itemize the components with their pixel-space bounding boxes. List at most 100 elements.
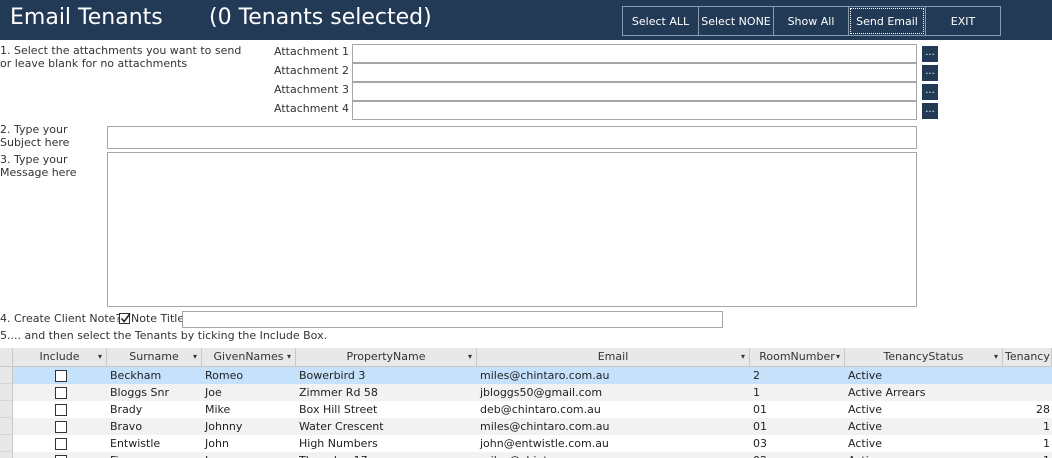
cell-email[interactable]: deb@chintaro.com.au [477, 401, 750, 418]
attachment-1-field[interactable] [352, 44, 917, 63]
table-row[interactable]: Brady Mike Box Hill Street deb@chintaro.com… [0, 401, 1052, 418]
include-checkbox[interactable] [55, 370, 67, 382]
attachment-4-browse-button[interactable]: ... [922, 103, 938, 119]
column-header-tenancy[interactable]: Tenancy [1003, 348, 1052, 366]
select-all-rows-corner[interactable] [0, 348, 13, 366]
cell-propertyname[interactable]: Bowerbird 3 [296, 367, 477, 384]
cell-tenancystatus[interactable]: Active [845, 435, 1003, 452]
row-selector[interactable] [0, 367, 13, 384]
cell-email[interactable]: jbloggs50@gmail.com [477, 384, 750, 401]
row-selector[interactable] [0, 384, 13, 401]
cell-givennames[interactable]: Johnny [202, 418, 296, 435]
column-header-tenancystatus[interactable]: TenancyStatus ▾ [845, 348, 1003, 366]
cell-email[interactable]: miles@chintaro.com.au [477, 418, 750, 435]
cell-roomnumber[interactable]: 02 [750, 452, 845, 458]
attachment-2-browse-button[interactable]: ... [922, 65, 938, 81]
create-note-checkbox[interactable] [119, 313, 131, 324]
cell-roomnumber[interactable]: 03 [750, 435, 845, 452]
cell-tenancystatus[interactable]: Active [845, 418, 1003, 435]
cell-surname[interactable]: Bravo [107, 418, 202, 435]
cell-roomnumber[interactable]: 2 [750, 367, 845, 384]
step2-label-line2: Subject here [0, 136, 70, 149]
cell-givennames[interactable]: Joe [202, 384, 296, 401]
cell-propertyname[interactable]: High Numbers [296, 435, 477, 452]
attachment-2-field[interactable] [352, 63, 917, 82]
column-header-include[interactable]: Include ▾ [13, 348, 107, 366]
sort-dropdown-icon[interactable]: ▾ [994, 348, 998, 366]
sort-dropdown-icon[interactable]: ▾ [98, 348, 102, 366]
row-selector[interactable] [0, 418, 13, 435]
column-header-givennames[interactable]: GivenNames ▾ [202, 348, 296, 366]
include-checkbox[interactable] [55, 421, 67, 433]
message-field[interactable] [107, 152, 917, 307]
cell-email[interactable]: john@entwistle.com.au [477, 435, 750, 452]
table-row[interactable]: Bloggs Snr Joe Zimmer Rd 58 jbloggs50@gmail… [0, 384, 1052, 401]
step1-label-line1: 1. Select the attachments you want to se… [0, 44, 242, 57]
cell-propertyname[interactable]: Water Crescent [296, 418, 477, 435]
table-row[interactable]: Entwistle John High Numbers john@entwistle.… [0, 435, 1052, 452]
attachment-4-field[interactable] [352, 101, 917, 120]
cell-propertyname[interactable]: Zimmer Rd 58 [296, 384, 477, 401]
cell-surname[interactable]: Beckham [107, 367, 202, 384]
cell-tenancystatus[interactable]: Active [845, 452, 1003, 458]
cell-tenancy[interactable] [1003, 367, 1052, 384]
cell-email[interactable]: miles@chint [477, 452, 750, 458]
cell-givennames[interactable]: Mike [202, 401, 296, 418]
table-row[interactable]: Bravo Johnny Water Crescent miles@chintaro.… [0, 418, 1052, 435]
cell-roomnumber[interactable]: 1 [750, 384, 845, 401]
cell-surname[interactable]: Entwistle [107, 435, 202, 452]
subject-field[interactable] [107, 126, 917, 149]
row-selector[interactable] [0, 401, 13, 418]
note-title-field[interactable] [182, 311, 723, 328]
tenants-grid: Include ▾ Surname ▾ GivenNames ▾ Propert… [0, 348, 1052, 458]
cell-tenancystatus[interactable]: Active [845, 401, 1003, 418]
cell-email[interactable]: miles@chintaro.com.au [477, 367, 750, 384]
cell-givennames[interactable]: J [202, 452, 296, 458]
step2-label-line1: 2. Type your [0, 123, 68, 136]
column-header-roomnumber[interactable]: RoomNumber ▾ [750, 348, 845, 366]
include-checkbox[interactable] [55, 404, 67, 416]
header-bar: Email Tenants (0 Tenants selected) Selec… [0, 0, 1052, 40]
cell-surname[interactable]: Fi [107, 452, 202, 458]
cell-roomnumber[interactable]: 01 [750, 418, 845, 435]
table-row[interactable]: FiJThursday 17miles@chint02Active1 [0, 452, 1052, 458]
include-checkbox[interactable] [55, 387, 67, 399]
grid-header: Include ▾ Surname ▾ GivenNames ▾ Propert… [0, 348, 1052, 367]
column-header-propertyname[interactable]: PropertyName ▾ [296, 348, 477, 366]
cell-givennames[interactable]: John [202, 435, 296, 452]
show-all-button[interactable]: Show All [773, 6, 849, 36]
filter-dropdown-icon[interactable]: ▾ [468, 348, 472, 366]
select-none-button[interactable]: Select NONE [698, 6, 774, 36]
cell-tenancy[interactable]: 1 [1003, 452, 1052, 458]
row-selector[interactable] [0, 452, 13, 458]
cell-tenancy[interactable]: 28 [1003, 401, 1052, 418]
row-selector[interactable] [0, 435, 13, 452]
attachment-1-browse-button[interactable]: ... [922, 46, 938, 62]
cell-tenancy[interactable]: 1 [1003, 435, 1052, 452]
sort-dropdown-icon[interactable]: ▾ [287, 348, 291, 366]
cell-tenancystatus[interactable]: Active Arrears [845, 384, 1003, 401]
attachment-3-browse-button[interactable]: ... [922, 84, 938, 100]
include-checkbox[interactable] [55, 438, 67, 450]
step1-label-line2: or leave blank for no attachments [0, 57, 188, 70]
attachment-3-field[interactable] [352, 82, 917, 101]
cell-propertyname[interactable]: Thursday 17 [296, 452, 477, 458]
cell-tenancy[interactable]: 1 [1003, 418, 1052, 435]
cell-givennames[interactable]: Romeo [202, 367, 296, 384]
column-header-email[interactable]: Email ▾ [477, 348, 750, 366]
cell-propertyname[interactable]: Box Hill Street [296, 401, 477, 418]
cell-roomnumber[interactable]: 01 [750, 401, 845, 418]
select-all-button[interactable]: Select ALL [622, 6, 699, 36]
cell-surname[interactable]: Bloggs Snr [107, 384, 202, 401]
column-header-surname[interactable]: Surname ▾ [107, 348, 202, 366]
column-header-label: PropertyName [346, 350, 426, 363]
cell-surname[interactable]: Brady [107, 401, 202, 418]
table-row[interactable]: Beckham Romeo Bowerbird 3 miles@chintaro.co… [0, 367, 1052, 384]
filter-dropdown-icon[interactable]: ▾ [193, 348, 197, 366]
send-email-button[interactable]: Send Email [848, 6, 926, 36]
cell-tenancystatus[interactable]: Active [845, 367, 1003, 384]
exit-button[interactable]: EXIT [925, 6, 1001, 36]
filter-dropdown-icon[interactable]: ▾ [741, 348, 745, 366]
cell-tenancy[interactable] [1003, 384, 1052, 401]
sort-dropdown-icon[interactable]: ▾ [836, 348, 840, 366]
